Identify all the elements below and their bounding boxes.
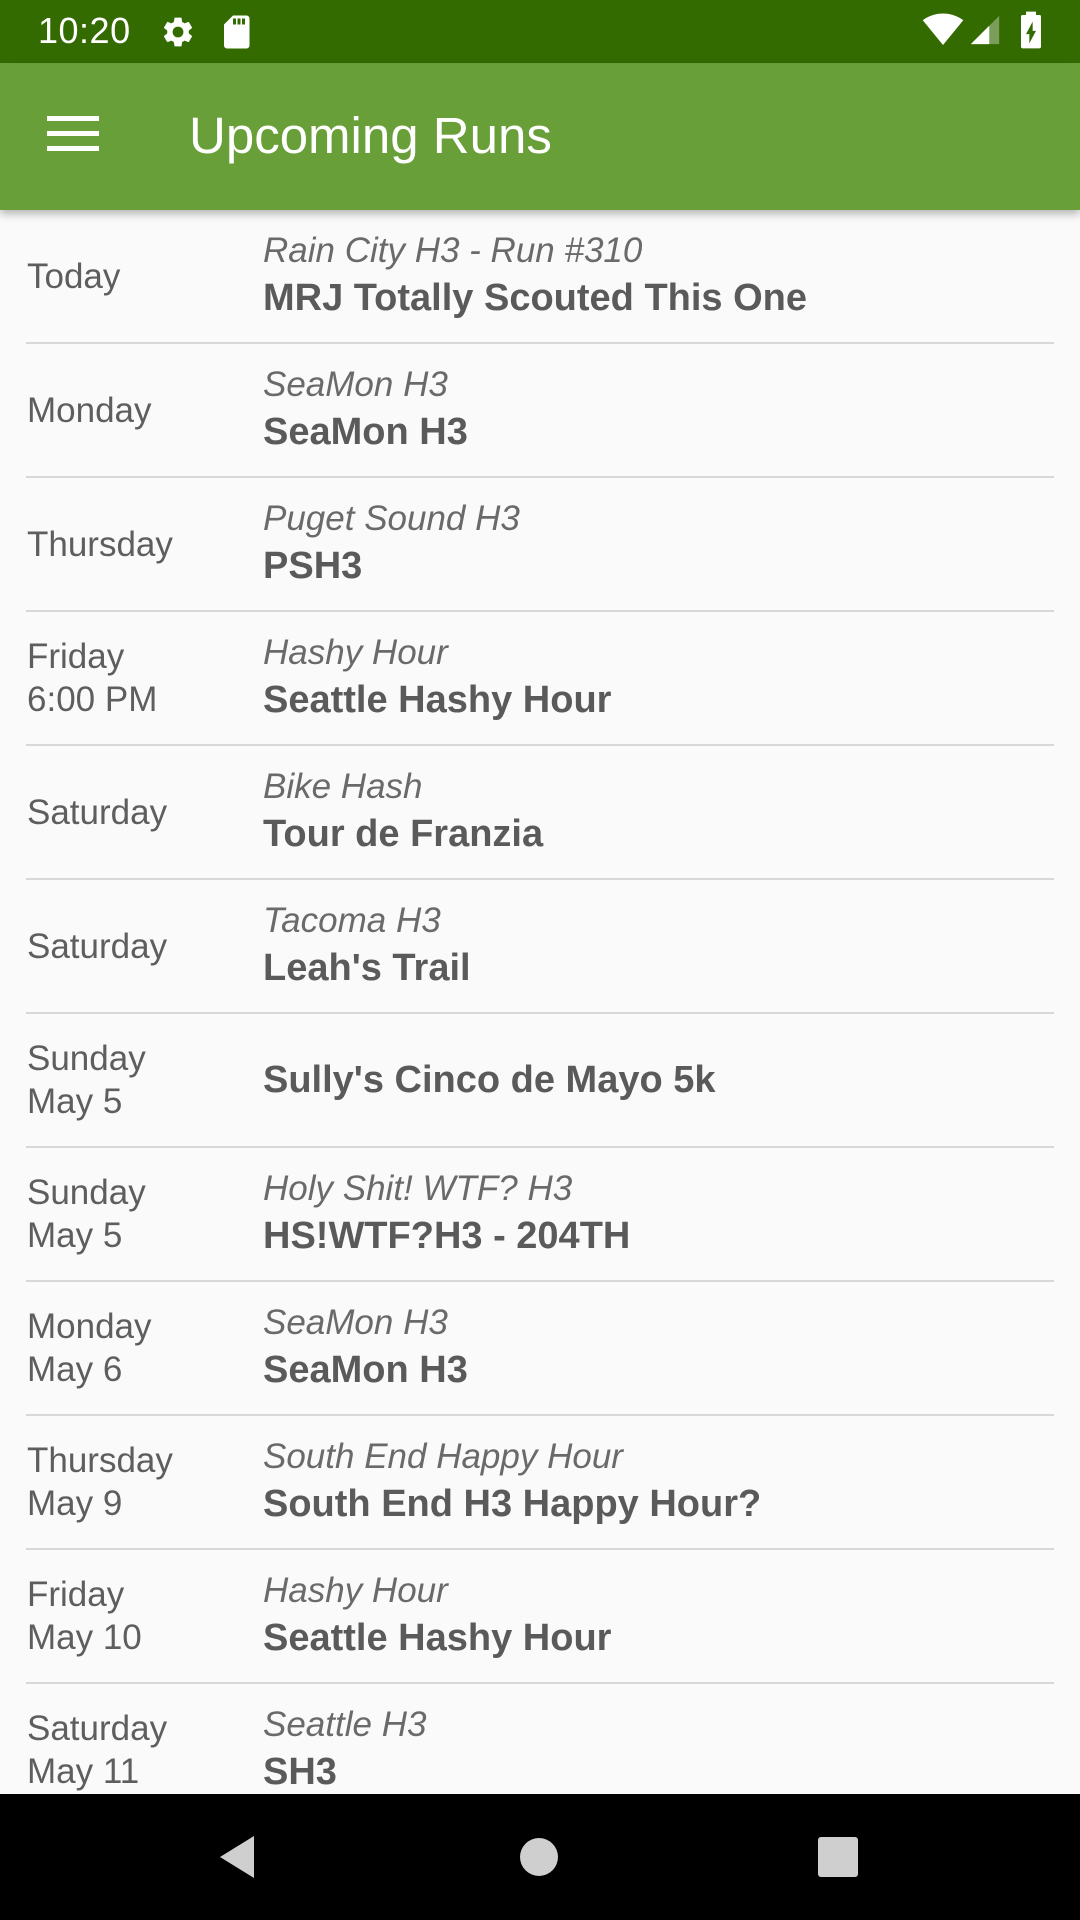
run-list-item[interactable]: Today Rain City H3 - Run #310 MRJ Totally …: [26, 210, 1054, 344]
run-date: May 6: [27, 1350, 123, 1389]
run-details: Bike Hash Tour de Franzia: [263, 746, 1053, 878]
run-details: Holy Shit! WTF? H3 HS!WTF?H3 - 204TH: [263, 1148, 1053, 1280]
run-name: SeaMon H3: [263, 410, 468, 453]
run-name: Tour de Franzia: [263, 812, 544, 855]
run-date: May 11: [27, 1752, 140, 1791]
run-name: Leah's Trail: [263, 946, 471, 989]
run-details: Puget Sound H3 PSH3: [263, 478, 1053, 610]
hamburger-menu-icon: [47, 114, 99, 152]
navigation-bar: [0, 1794, 1080, 1920]
run-list-item[interactable]: Thursday Puget Sound H3 PSH3: [26, 478, 1054, 612]
run-day: Saturday: [27, 792, 168, 832]
run-day: Thursday: [27, 524, 173, 564]
run-name: SH3: [263, 1750, 337, 1793]
run-name: Sully's Cinco de Mayo 5k: [263, 1059, 716, 1101]
run-details: SeaMon H3 SeaMon H3: [263, 344, 1053, 476]
run-when: Sunday May 5: [27, 1148, 247, 1280]
run-details: Tacoma H3 Leah's Trail: [263, 880, 1053, 1012]
run-kennel: Tacoma H3: [263, 900, 441, 940]
run-details: Hashy Hour Seattle Hashy Hour: [263, 612, 1053, 744]
run-kennel: Hashy Hour: [263, 632, 448, 672]
wifi-icon: [922, 12, 964, 48]
run-kennel: Seattle H3: [263, 1704, 427, 1744]
run-list-item[interactable]: Sunday May 5 Sully's Cinco de Mayo 5k: [26, 1014, 1054, 1148]
run-day: Friday: [27, 637, 125, 676]
run-list-item[interactable]: Friday 6:00 PM Hashy Hour Seattle Hashy Hou…: [26, 612, 1054, 746]
run-when: Monday May 6: [27, 1282, 247, 1414]
run-when: Today: [27, 210, 247, 342]
run-details: Sully's Cinco de Mayo 5k: [263, 1014, 1053, 1146]
run-kennel: Hashy Hour: [263, 1570, 448, 1610]
run-list-item[interactable]: Saturday Bike Hash Tour de Franzia: [26, 746, 1054, 880]
run-when: Thursday: [27, 478, 247, 610]
run-date: May 5: [27, 1216, 123, 1255]
run-day: Saturday: [27, 1709, 168, 1748]
run-kennel: Rain City H3 - Run #310: [263, 230, 643, 270]
battery-charging-icon: [1018, 10, 1044, 50]
run-details: South End Happy Hour South End H3 Happy H…: [263, 1416, 1053, 1548]
home-icon[interactable]: [509, 1827, 569, 1887]
run-day: Thursday: [27, 1441, 173, 1480]
run-date: May 10: [27, 1618, 142, 1657]
run-list-item[interactable]: Monday SeaMon H3 SeaMon H3: [26, 344, 1054, 478]
run-when: Friday May 10: [27, 1550, 247, 1682]
run-when: Saturday: [27, 746, 247, 878]
run-name: MRJ Totally Scouted This One: [263, 276, 808, 319]
run-details: SeaMon H3 SeaMon H3: [263, 1282, 1053, 1414]
run-when: Monday: [27, 344, 247, 476]
cell-signal-icon: [968, 12, 1002, 48]
run-name: Seattle Hashy Hour: [263, 1616, 612, 1659]
run-kennel: Puget Sound H3: [263, 498, 520, 538]
run-kennel: South End Happy Hour: [263, 1436, 623, 1476]
status-time: 10:20: [38, 10, 131, 51]
run-kennel: SeaMon H3: [263, 1302, 448, 1342]
run-date: 6:00 PM: [27, 680, 158, 719]
gear-icon: [160, 14, 196, 50]
run-list-item[interactable]: Saturday May 11 Seattle H3 SH3: [26, 1684, 1054, 1794]
run-date: May 9: [27, 1484, 123, 1523]
run-list-item[interactable]: Monday May 6 SeaMon H3 SeaMon H3: [26, 1282, 1054, 1416]
recents-icon[interactable]: [808, 1827, 868, 1887]
run-list[interactable]: Today Rain City H3 - Run #310 MRJ Totally …: [0, 210, 1080, 1794]
run-name: South End H3 Happy Hour?: [263, 1482, 762, 1525]
run-name: SeaMon H3: [263, 1348, 468, 1391]
run-day: Friday: [27, 1575, 125, 1614]
run-day: Monday: [27, 1307, 152, 1346]
run-date: May 5: [27, 1082, 123, 1121]
run-details: Seattle H3 SH3: [263, 1684, 1053, 1794]
run-when: Friday 6:00 PM: [27, 612, 247, 744]
run-list-item[interactable]: Saturday Tacoma H3 Leah's Trail: [26, 880, 1054, 1014]
run-list-item[interactable]: Friday May 10 Hashy Hour Seattle Hashy Hour: [26, 1550, 1054, 1684]
menu-button[interactable]: [28, 88, 118, 178]
run-list-item[interactable]: Thursday May 9 South End Happy Hour South E…: [26, 1416, 1054, 1550]
sd-card-icon: [221, 14, 251, 50]
status-bar: 10:20: [0, 0, 1080, 63]
run-kennel: Holy Shit! WTF? H3: [263, 1168, 573, 1208]
run-kennel: Bike Hash: [263, 766, 423, 806]
run-details: Rain City H3 - Run #310 MRJ Totally Scout…: [263, 210, 1053, 342]
run-name: HS!WTF?H3 - 204TH: [263, 1214, 631, 1257]
run-day: Saturday: [27, 926, 168, 966]
run-kennel: SeaMon H3: [263, 364, 448, 404]
run-when: Saturday May 11: [27, 1684, 247, 1794]
run-day: Today: [27, 256, 121, 296]
run-name: Seattle Hashy Hour: [263, 678, 612, 721]
run-when: Saturday: [27, 880, 247, 1012]
app-screen: 10:20 Upcoming Runs Today Rain City H3 -…: [0, 0, 1080, 1920]
run-when: Thursday May 9: [27, 1416, 247, 1548]
page-title: Upcoming Runs: [189, 107, 552, 164]
run-day: Sunday: [27, 1173, 146, 1212]
run-when: Sunday May 5: [27, 1014, 247, 1146]
run-name: PSH3: [263, 544, 363, 587]
app-bar: Upcoming Runs: [0, 63, 1080, 210]
run-day: Monday: [27, 390, 152, 430]
back-icon[interactable]: [210, 1827, 270, 1887]
run-details: Hashy Hour Seattle Hashy Hour: [263, 1550, 1053, 1682]
run-day: Sunday: [27, 1039, 146, 1078]
run-list-item[interactable]: Sunday May 5 Holy Shit! WTF? H3 HS!WTF?H3 -…: [26, 1148, 1054, 1282]
